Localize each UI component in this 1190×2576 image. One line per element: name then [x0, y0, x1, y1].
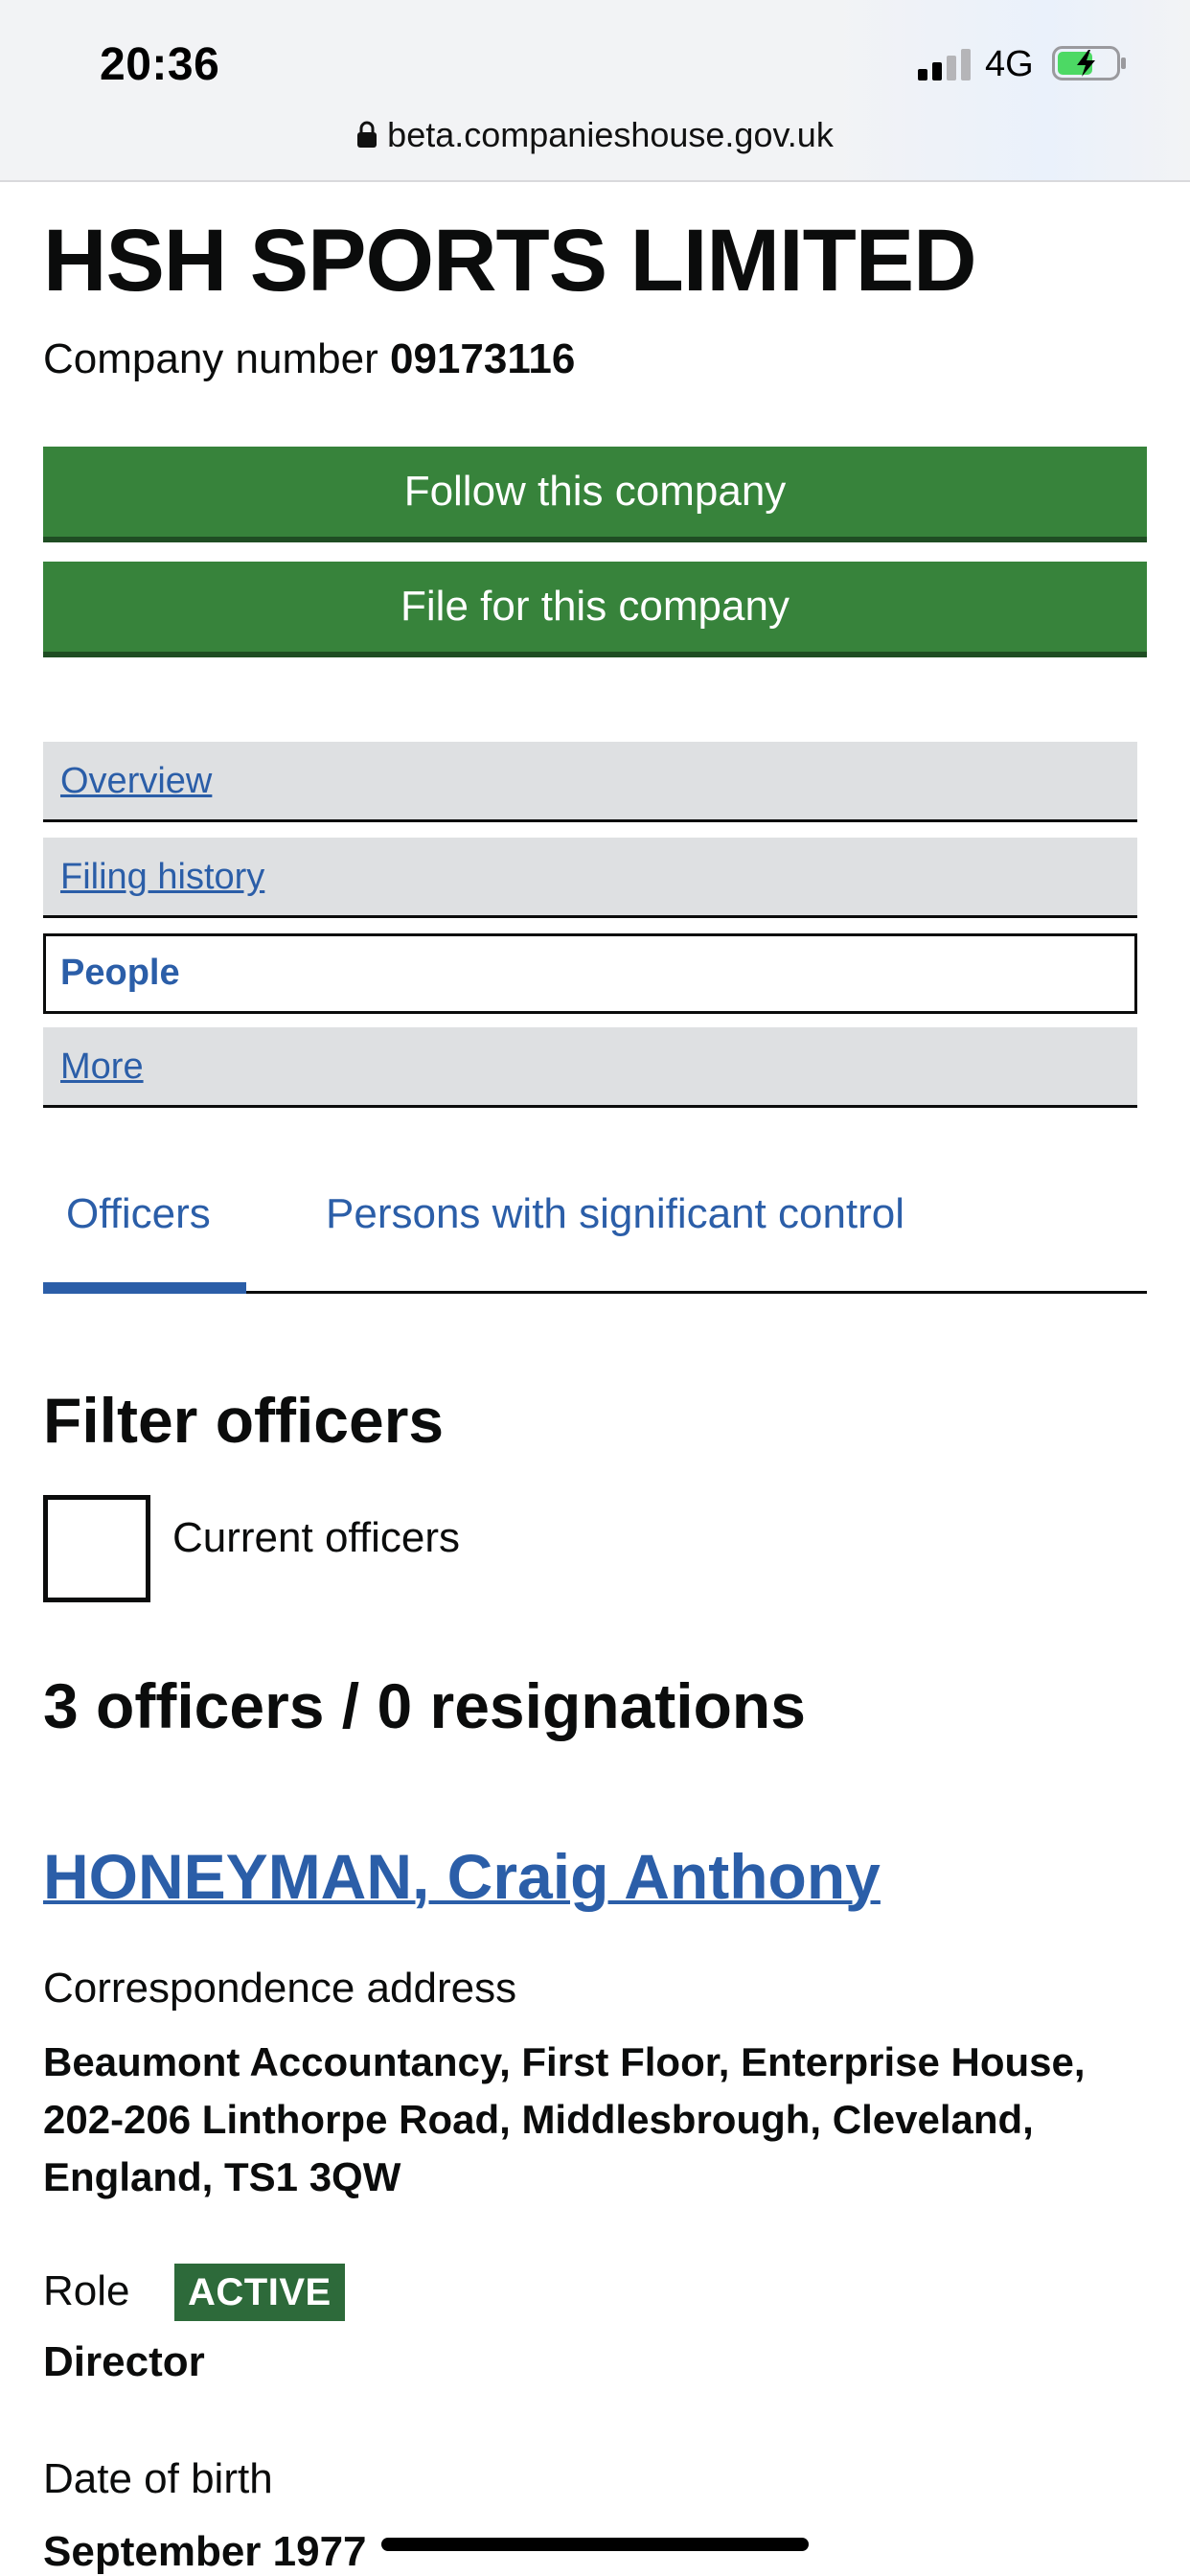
role-label: Role	[43, 2267, 130, 2314]
correspondence-address-label: Correspondence address	[43, 1965, 517, 2012]
officer-count-heading: 3 officers / 0 resignations	[43, 1670, 806, 1741]
role-value: Director	[43, 2338, 205, 2385]
nav-item-filing-history[interactable]: Filing history	[43, 838, 1137, 918]
current-officers-label[interactable]: Current officers	[172, 1514, 460, 1562]
nav-item-overview[interactable]: Overview	[43, 742, 1137, 822]
officer-name-link[interactable]: HONEYMAN, Craig Anthony	[43, 1840, 881, 1913]
selected-tab-indicator	[43, 1282, 246, 1294]
filter-heading: Filter officers	[43, 1385, 445, 1456]
battery-charging-icon	[1052, 46, 1126, 80]
status-badge: ACTIVE	[174, 2264, 345, 2321]
url-text: beta.companieshouse.gov.uk	[387, 115, 834, 154]
people-tabs: Officers Persons with significant contro…	[43, 1150, 1147, 1294]
nav-item-people[interactable]: People	[43, 933, 1137, 1014]
browser-status-bar: 20:36 4G beta.companieshouse.gov.uk	[0, 0, 1190, 182]
company-name: HSH SPORTS LIMITED	[43, 212, 977, 310]
company-number-label: Company number	[43, 335, 378, 382]
clock: 20:36	[100, 39, 220, 90]
tab-officers[interactable]: Officers	[66, 1190, 211, 1238]
date-of-birth-label: Date of birth	[43, 2455, 273, 2502]
current-officers-checkbox[interactable]	[43, 1495, 150, 1602]
correspondence-address-value: Beaumont Accountancy, First Floor, Enter…	[43, 2039, 1086, 2199]
nav-item-more[interactable]: More	[43, 1027, 1137, 1108]
address-bar[interactable]: beta.companieshouse.gov.uk	[0, 115, 1190, 155]
file-for-company-button[interactable]: File for this company	[43, 562, 1147, 657]
lock-icon	[357, 121, 378, 148]
signal-icon	[918, 48, 972, 80]
company-number-row: Company number 09173116	[43, 335, 575, 383]
date-of-birth-value: September 1977	[43, 2528, 367, 2575]
network-label: 4G	[985, 44, 1034, 84]
follow-company-button[interactable]: Follow this company	[43, 447, 1147, 542]
company-number: 09173116	[389, 335, 576, 382]
tab-persons-with-significant-control[interactable]: Persons with significant control	[326, 1190, 904, 1238]
home-indicator[interactable]	[381, 2538, 809, 2551]
